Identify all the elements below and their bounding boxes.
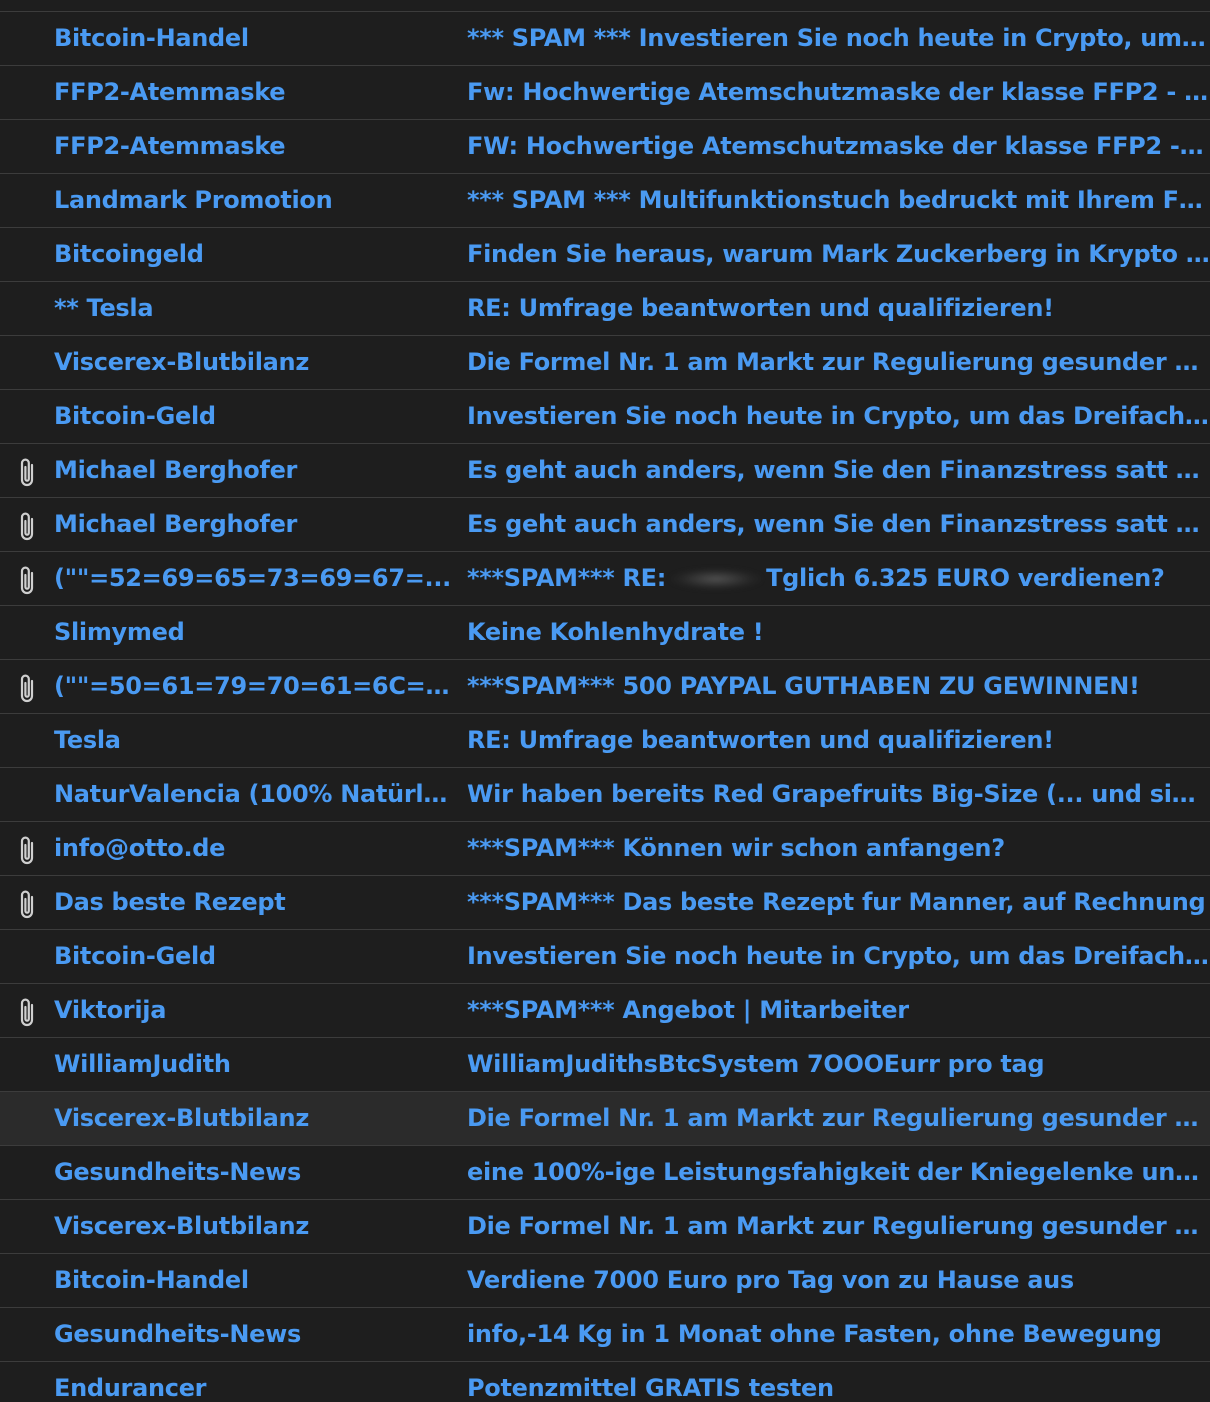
message-row[interactable]: Landmark Promotion *** SPAM *** Multifunk… [0,174,1210,228]
message-subject: WilliamJudithsBtcSystem 7OOOEurr pro tag [467,1050,1045,1078]
message-row[interactable]: WilliamJudith WilliamJudithsBtcSystem 7OO… [0,1038,1210,1092]
message-subject: Die Formel Nr. 1 am Markt zur Regulierun… [467,348,1210,376]
message-row[interactable]: Michael Berghofer Es geht auch anders, we… [0,444,1210,498]
message-sender: Tesla [54,726,121,754]
paperclip-icon [14,996,40,1030]
message-row[interactable]: FFP2-Atemmaske FW: Hochwertige Atemschutz… [0,120,1210,174]
message-sender: Michael Berghofer [54,510,298,538]
message-subject: Die Formel Nr. 1 am Markt zur Regulierun… [467,1104,1210,1132]
message-subject: Fw: Hochwertige Atemschutzmaske der klas… [467,78,1210,106]
message-sender: Bitcoin-Handel [54,24,249,52]
paperclip-icon [14,456,40,490]
message-subject: Potenzmittel GRATIS testen [467,1374,834,1402]
message-row[interactable]: (""=50=61=79=70=61=6C=2... ***SPAM*** 500… [0,660,1210,714]
message-subject: Investieren Sie noch heute in Crypto, um… [467,402,1210,430]
message-row[interactable]: Michael Berghofer Es geht auch anders, we… [0,498,1210,552]
paperclip-icon [14,564,40,598]
message-subject: eine 100%-ige Leistungsfahigkeit der Kni… [467,1158,1210,1186]
message-sender: WilliamJudith [54,1050,231,1078]
message-sender: Viscerex-Blutbilanz [54,348,309,376]
message-subject: ***SPAM*** Angebot | Mitarbeiter [467,996,909,1024]
message-row[interactable]: NaturValencia (100% Natürli... Wir haben … [0,768,1210,822]
message-sender: Landmark Promotion [54,186,333,214]
message-subject: Finden Sie heraus, warum Mark Zuckerberg… [467,240,1210,268]
message-sender: NaturValencia (100% Natürli... [54,780,454,808]
message-row[interactable]: Tesla RE: Umfrage beantworten und qualifi… [0,714,1210,768]
message-subject-suffix: Tglich 6.325 EURO verdienen? [766,564,1165,592]
message-sender: Viscerex-Blutbilanz [54,1104,309,1132]
message-sender: Viktorija [54,996,167,1024]
message-subject: ***SPAM*** 500 PAYPAL GUTHABEN ZU GEWINN… [467,672,1140,700]
message-subject: ***SPAM*** Das beste Rezept fur Manner, … [467,888,1206,916]
message-sender: Slimymed [54,618,185,646]
paperclip-icon [14,888,40,922]
message-subject: FW: Hochwertige Atemschutzmaske der klas… [467,132,1210,160]
message-list: Bitcoin-Handel *** SPAM *** Investieren S… [0,0,1210,1402]
message-sender: Bitcoin-Geld [54,402,216,430]
message-sender: ** Tesla [54,294,154,322]
message-subject: *** SPAM *** Investieren Sie noch heute … [467,24,1210,52]
message-row[interactable]: FFP2-Atemmaske Fw: Hochwertige Atemschutz… [0,66,1210,120]
message-sender: FFP2-Atemmaske [54,78,286,106]
message-subject: Es geht auch anders, wenn Sie den Finanz… [467,456,1210,484]
message-row[interactable]: Viscerex-Blutbilanz Die Formel Nr. 1 am M… [0,1092,1210,1146]
message-sender: Gesundheits-News [54,1158,301,1186]
message-row[interactable]: Slimymed Keine Kohlenhydrate ! [0,606,1210,660]
message-sender: Viscerex-Blutbilanz [54,1212,309,1240]
message-sender: Bitcoingeld [54,240,204,268]
message-sender: (""=52=69=65=73=69=67=... [54,564,451,592]
message-subject: RE: Umfrage beantworten und qualifiziere… [467,294,1054,322]
message-subject: Die Formel Nr. 1 am Markt zur Regulierun… [467,1212,1210,1240]
message-subject-prefix: ***SPAM*** RE: [467,564,667,592]
message-row[interactable]: Bitcoin-Geld Investieren Sie noch heute i… [0,930,1210,984]
paperclip-icon [14,510,40,544]
message-row[interactable]: info@otto.de ***SPAM*** Können wir schon … [0,822,1210,876]
message-subject: Investieren Sie noch heute in Crypto, um… [467,942,1210,970]
redacted-name [670,568,763,590]
message-row[interactable]: Bitcoin-Handel *** SPAM *** Investieren S… [0,12,1210,66]
message-row[interactable]: Endurancer Potenzmittel GRATIS testen [0,1362,1210,1402]
message-row[interactable]: Viscerex-Blutbilanz Die Formel Nr. 1 am M… [0,1200,1210,1254]
message-row[interactable]: Bitcoin-Geld Investieren Sie noch heute i… [0,390,1210,444]
message-subject: ***SPAM*** RE: Tglich 6.325 EURO verdiene… [467,552,1210,605]
message-sender: FFP2-Atemmaske [54,132,286,160]
message-row[interactable]: Bitcoingeld Finden Sie heraus, warum Mark… [0,228,1210,282]
message-subject: *** SPAM *** Multifunktionstuch bedruckt… [467,186,1210,214]
message-subject: ***SPAM*** Können wir schon anfangen? [467,834,1005,862]
message-subject: RE: Umfrage beantworten und qualifiziere… [467,726,1054,754]
message-row[interactable]: Gesundheits-News info,-14 Kg in 1 Monat o… [0,1308,1210,1362]
message-sender: (""=50=61=79=70=61=6C=2... [54,672,454,700]
message-sender: Das beste Rezept [54,888,286,916]
message-sender: Bitcoin-Handel [54,1266,249,1294]
message-subject: Keine Kohlenhydrate ! [467,618,764,646]
message-sender: Gesundheits-News [54,1320,301,1348]
message-row[interactable]: Gesundheits-News eine 100%-ige Leistungsf… [0,1146,1210,1200]
message-subject: info,-14 Kg in 1 Monat ohne Fasten, ohne… [467,1320,1162,1348]
message-subject: Es geht auch anders, wenn Sie den Finanz… [467,510,1210,538]
message-subject: Verdiene 7000 Euro pro Tag von zu Hause … [467,1266,1074,1294]
message-subject: Wir haben bereits Red Grapefruits Big-Si… [467,780,1210,808]
message-sender: Bitcoin-Geld [54,942,216,970]
message-row[interactable]: (""=52=69=65=73=69=67=... ***SPAM*** RE: T… [0,552,1210,606]
message-row[interactable]: Viktorija ***SPAM*** Angebot | Mitarbeite… [0,984,1210,1038]
message-row[interactable]: Viscerex-Blutbilanz Die Formel Nr. 1 am M… [0,336,1210,390]
paperclip-icon [14,834,40,868]
message-row[interactable]: Das beste Rezept ***SPAM*** Das beste Rez… [0,876,1210,930]
message-row[interactable]: ** Tesla RE: Umfrage beantworten und qual… [0,282,1210,336]
message-sender: Michael Berghofer [54,456,298,484]
message-sender: info@otto.de [54,834,226,862]
message-sender: Endurancer [54,1374,207,1402]
paperclip-icon [14,672,40,706]
message-row[interactable]: Bitcoin-Handel Verdiene 7000 Euro pro Tag… [0,1254,1210,1308]
